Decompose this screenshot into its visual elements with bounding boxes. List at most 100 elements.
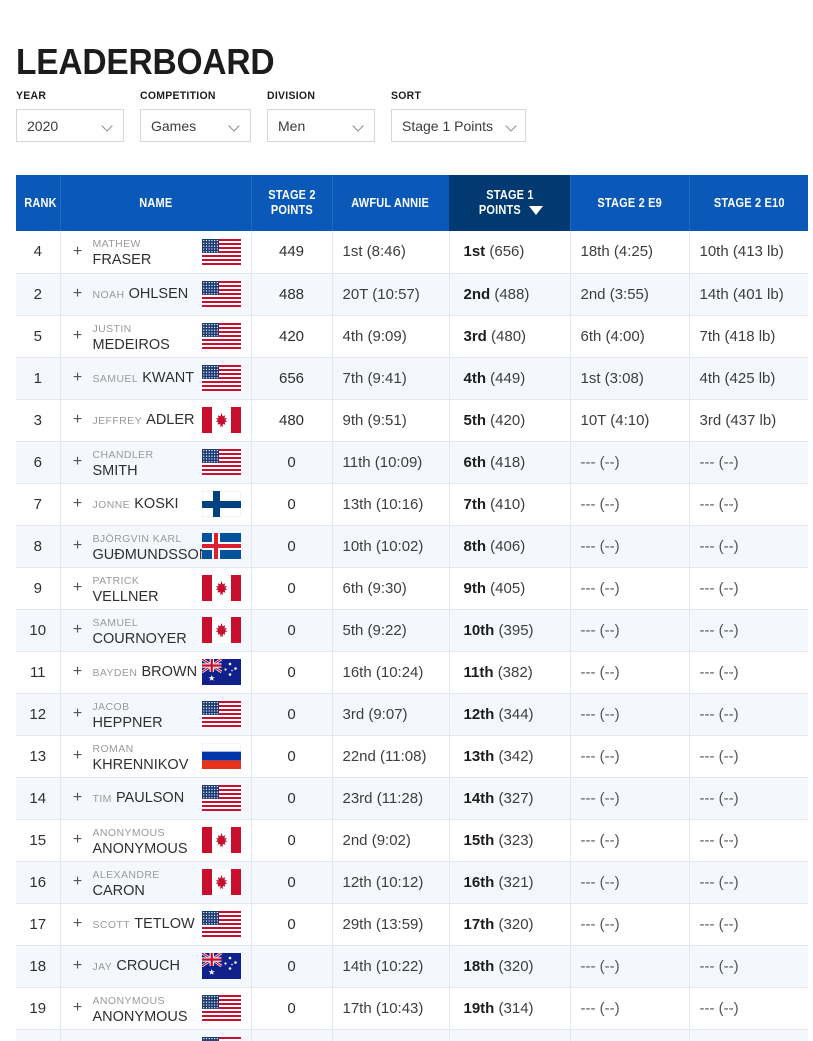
cell-stage1-points: 10th (395): [448, 609, 570, 652]
cell-stage1-points: 17th (320): [448, 903, 570, 946]
expand-athlete-icon[interactable]: +: [71, 958, 85, 974]
cell-stage2-e10: --- (--): [688, 777, 808, 820]
expand-athlete-icon[interactable]: +: [71, 832, 85, 848]
event-result: 11th (10:09): [342, 453, 423, 471]
table-row[interactable]: 6 + CHANDLER SMITH 0 11th (10:09) 6th (418…: [16, 441, 808, 484]
athlete-name[interactable]: SAMUEL KWANT: [85, 369, 198, 387]
cell-stage1-points: 7th (410): [448, 483, 570, 526]
competition-select[interactable]: Games: [140, 109, 251, 142]
cell-rank: 12: [16, 693, 60, 736]
table-row[interactable]: 17 + SCOTT TETLOW 0 29th (13:59) 17th (320…: [16, 903, 808, 946]
expand-athlete-icon[interactable]: +: [71, 580, 85, 596]
cell-stage2-e10: --- (--): [688, 609, 808, 652]
athlete-last-name: KWANT: [142, 370, 195, 386]
column-header-awful-annie[interactable]: AWFUL ANNIE: [331, 175, 449, 231]
table-row[interactable]: 18 + JAY CROUCH 0 14th (10:22) 18th (320…: [16, 945, 808, 988]
athlete-name[interactable]: JAY CROUCH: [85, 957, 198, 975]
cell-stage2-e9: --- (--): [569, 483, 689, 526]
cell-stage2-e9: 2nd (3:55): [569, 273, 689, 316]
athlete-name[interactable]: JACOB HEPPNER: [85, 697, 198, 732]
athlete-name[interactable]: TIM PAULSON: [85, 789, 198, 807]
table-row[interactable]: 7 + JONNE KOSKI 0 13th (10:16) 7th (410) --…: [16, 483, 808, 526]
expand-athlete-icon[interactable]: +: [71, 664, 85, 680]
table-row[interactable]: 9 + PATRICK VELLNER 0 6th (9:30) 9th (405)…: [16, 567, 808, 610]
table-row[interactable]: 16 + ALEXANDRE CARON 0 12th (10:12) 16th (…: [16, 861, 808, 904]
athlete-name[interactable]: PATRICK VELLNER: [85, 571, 198, 606]
table-row[interactable]: 20 + COLE 019th (10:56)20th (314)--- (--…: [16, 1029, 808, 1041]
table-row[interactable]: 4 + MATHEW FRASER 449 1st (8:46) 1st (656)…: [16, 231, 808, 274]
column-header-stage2-points[interactable]: STAGE 2 POINTS: [250, 175, 332, 231]
table-row[interactable]: 13 + ROMAN KHRENNIKOV 0 22nd (11:08) 13th …: [16, 735, 808, 778]
expand-athlete-icon[interactable]: +: [71, 243, 85, 260]
cell-rank: 13: [16, 735, 60, 778]
expand-athlete-icon[interactable]: +: [71, 622, 85, 638]
column-header-stage1-points[interactable]: STAGE 1 POINTS: [448, 175, 570, 231]
athlete-name[interactable]: ANONYMOUS ANONYMOUS: [85, 991, 198, 1026]
event-rank: 12th: [463, 705, 495, 723]
event-result-empty: --- (--): [580, 831, 620, 849]
column-header-stage2-e10[interactable]: STAGE 2 E10: [688, 175, 808, 231]
table-row[interactable]: 1 + SAMUEL KWANT 656 7th (9:41) 4th (449) 1…: [16, 357, 808, 400]
expand-athlete-icon[interactable]: +: [71, 874, 85, 890]
athlete-name[interactable]: CHANDLER SMITH: [85, 445, 198, 480]
cell-stage1-points: 8th (406): [448, 525, 570, 568]
table-row[interactable]: 3 + JEFFREY ADLER 480 9th (9:51) 5th (420)…: [16, 399, 808, 442]
cell-stage2-points: 0: [250, 651, 332, 694]
expand-athlete-icon[interactable]: +: [71, 412, 85, 428]
expand-athlete-icon[interactable]: +: [71, 328, 85, 344]
column-header-stage2-e9[interactable]: STAGE 2 E9: [569, 175, 689, 231]
table-row[interactable]: 15 + ANONYMOUS ANONYMOUS 0 2nd (9:02) 15th…: [16, 819, 808, 862]
column-header-name[interactable]: NAME: [59, 175, 251, 231]
athlete-name[interactable]: ROMAN KHRENNIKOV: [85, 739, 198, 774]
table-row[interactable]: 10 + SAMUEL COURNOYER 0 5th (9:22) 10th (3…: [16, 609, 808, 652]
event-result-empty: --- (--): [699, 957, 739, 975]
cell-awful-annie: 6th (9:30): [331, 567, 449, 610]
athlete-name[interactable]: ANONYMOUS ANONYMOUS: [85, 823, 198, 858]
athlete-name[interactable]: SCOTT TETLOW: [85, 915, 198, 933]
athlete-name[interactable]: BJÖRGVIN KARL GUÐMUNDSSON: [85, 529, 210, 564]
athlete-name[interactable]: JEFFREY ADLER: [85, 411, 198, 429]
column-header-rank[interactable]: RANK: [16, 175, 60, 231]
cell-stage2-e9: --- (--): [569, 987, 689, 1030]
event-result: 4th (9:09): [342, 327, 407, 345]
expand-athlete-icon[interactable]: +: [71, 538, 85, 554]
table-row[interactable]: 14 + TIM PAULSON 0 23rd (11:28) 14th (327)…: [16, 777, 808, 820]
athlete-name[interactable]: JONNE KOSKI: [85, 495, 198, 513]
expand-athlete-icon[interactable]: +: [71, 748, 85, 764]
expand-athlete-icon[interactable]: +: [71, 286, 85, 302]
cell-rank: 6: [16, 441, 60, 484]
division-select[interactable]: Men: [267, 109, 375, 142]
cell-stage2-points: 0: [250, 609, 332, 652]
table-row[interactable]: 12 + JACOB HEPPNER 0 3rd (9:07) 12th (344)…: [16, 693, 808, 736]
athlete-name[interactable]: ALEXANDRE CARON: [85, 865, 198, 900]
expand-athlete-icon[interactable]: +: [71, 1000, 85, 1016]
cell-stage2-points: 0: [250, 945, 332, 988]
expand-athlete-icon[interactable]: +: [71, 916, 85, 932]
expand-athlete-icon[interactable]: +: [71, 790, 85, 806]
athlete-name[interactable]: SAMUEL COURNOYER: [85, 613, 198, 648]
table-row[interactable]: 2 + NOAH OHLSEN 488 20T (10:57) 2nd (488) 2…: [16, 273, 808, 316]
table-row[interactable]: 11 + BAYDEN BROWN 0 16th (10:24) 11th (3…: [16, 651, 808, 694]
athlete-name[interactable]: MATHEW FRASER: [85, 234, 198, 269]
cell-name: + MATHEW FRASER: [59, 231, 251, 274]
expand-athlete-icon[interactable]: +: [71, 454, 85, 470]
athlete-first-name: MATHEW: [92, 238, 141, 251]
event-result: 17th (10:43): [342, 999, 424, 1017]
expand-athlete-icon[interactable]: +: [71, 706, 85, 722]
athlete-first-name: JUSTIN: [92, 322, 132, 335]
year-select[interactable]: 2020: [16, 109, 124, 142]
table-row[interactable]: 8 + BJÖRGVIN KARL GUÐMUNDSSON 0 10th (10:…: [16, 525, 808, 568]
cell-stage2-e9: --- (--): [569, 441, 689, 484]
athlete-name[interactable]: NOAH OHLSEN: [85, 285, 198, 303]
athlete-name[interactable]: BAYDEN BROWN: [85, 663, 198, 681]
sort-select[interactable]: Stage 1 Points: [391, 109, 526, 142]
table-body: 4 + MATHEW FRASER 449 1st (8:46) 1st (656)…: [16, 231, 808, 1041]
expand-athlete-icon[interactable]: +: [71, 496, 85, 512]
expand-athlete-icon[interactable]: +: [71, 370, 85, 386]
cell-stage1-points: 11th (382): [448, 651, 570, 694]
event-result-empty: --- (--): [580, 621, 620, 639]
table-row[interactable]: 19 + ANONYMOUS ANONYMOUS 0 17th (10:43) 19…: [16, 987, 808, 1030]
event-result-empty: --- (--): [580, 915, 620, 933]
table-row[interactable]: 5 + JUSTIN MEDEIROS 420 4th (9:09) 3rd (48…: [16, 315, 808, 358]
athlete-name[interactable]: JUSTIN MEDEIROS: [85, 319, 198, 354]
